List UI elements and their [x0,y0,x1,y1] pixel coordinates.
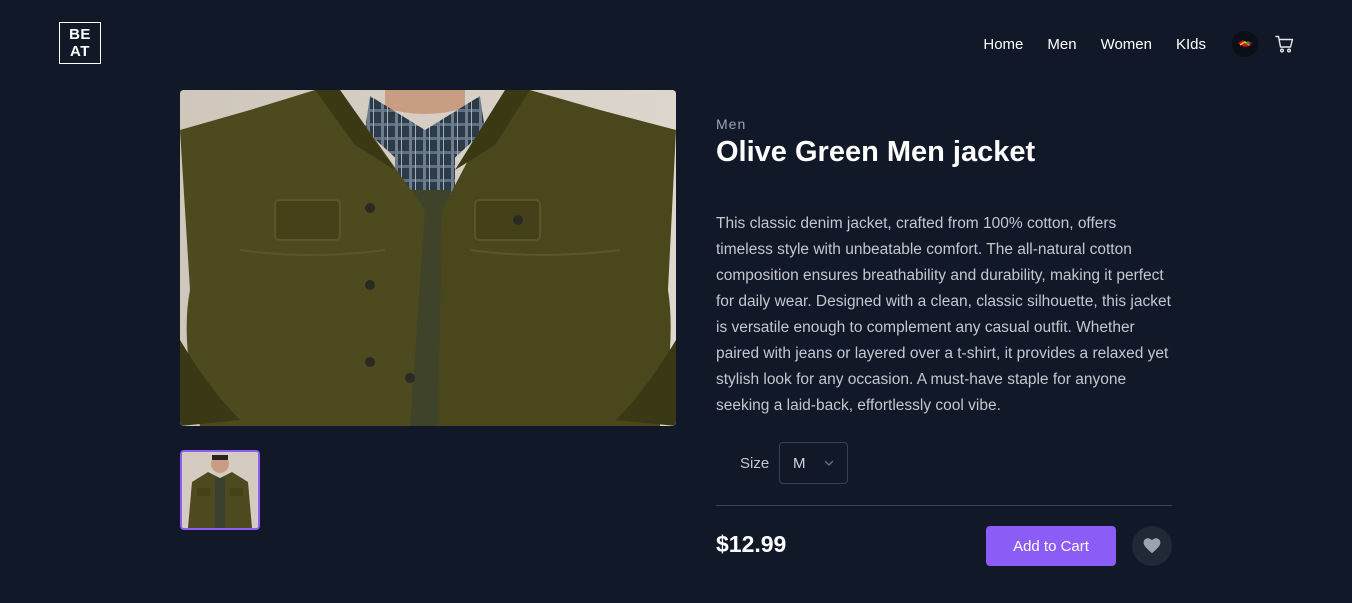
product-price: $12.99 [716,531,787,557]
details-divider [716,505,1172,506]
chevron-down-icon [824,460,834,466]
product-thumbnail[interactable] [180,450,260,530]
shopping-cart-icon[interactable] [1274,34,1294,54]
product-main-image [180,90,676,426]
product-title: Olive Green Men jacket [716,136,1036,168]
main-nav: Home Men Women KIds [983,31,1294,57]
size-selected-value: M [793,454,806,472]
nav-women[interactable]: Women [1101,36,1152,53]
nav-men[interactable]: Men [1047,36,1076,53]
nav-home[interactable]: Home [983,36,1023,53]
nav-kids[interactable]: KIds [1176,36,1206,53]
add-to-cart-button[interactable]: Add to Cart [986,526,1116,566]
size-select[interactable]: M [779,442,848,484]
user-avatar-icon[interactable] [1232,31,1258,57]
heart-icon [1143,538,1161,554]
brand-logo-line1: BE [69,26,91,43]
product-description: This classic denim jacket, crafted from … [716,215,1171,414]
size-label: Size [740,455,770,472]
product-category: Men [716,116,747,132]
brand-logo[interactable]: BE AT [59,22,101,64]
favorite-button[interactable] [1132,526,1172,566]
brand-logo-line2: AT [70,43,90,60]
